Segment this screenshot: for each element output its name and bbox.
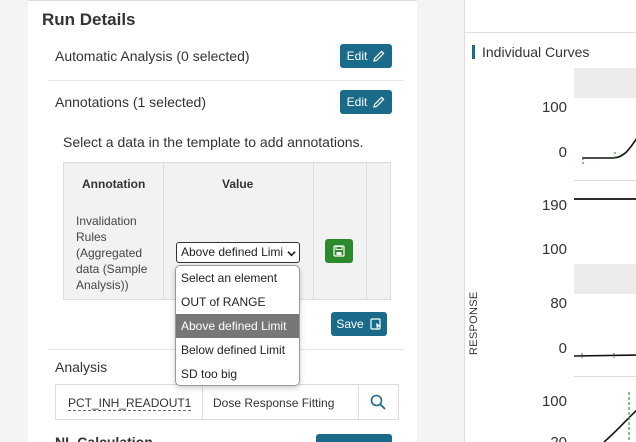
dropdown-option[interactable]: Select an element bbox=[176, 266, 299, 290]
column-divider bbox=[163, 163, 164, 299]
analysis-row: PCT_INH_READOUT1 Dose Response Fitting bbox=[55, 384, 399, 420]
panel-divider bbox=[465, 32, 636, 33]
annotation-value-dropdown: Select an element OUT of RANGE Above def… bbox=[175, 265, 300, 386]
curves-title: Individual Curves bbox=[472, 45, 589, 59]
analysis-code[interactable]: PCT_INH_READOUT1 bbox=[68, 396, 192, 411]
automatic-analysis-label: Automatic Analysis (0 selected) bbox=[55, 48, 250, 64]
analysis-name: Dose Response Fitting bbox=[213, 396, 335, 410]
y-tick-label: 0 bbox=[558, 340, 567, 357]
section-divider bbox=[48, 80, 404, 81]
column-divider bbox=[313, 163, 314, 299]
annotation-instruction: Select a data in the template to add ann… bbox=[63, 134, 364, 150]
chevron-down-icon bbox=[287, 251, 296, 257]
dropdown-option[interactable]: SD too big bbox=[176, 362, 299, 385]
select-value: Above defined Limi bbox=[181, 245, 284, 259]
dropdown-option[interactable]: Below defined Limit bbox=[176, 338, 299, 362]
dropdown-option[interactable]: OUT of RANGE bbox=[176, 290, 299, 314]
y-tick-label: 100 bbox=[541, 393, 567, 410]
y-tick-label: 80 bbox=[550, 295, 567, 312]
save-annotation-icon-button[interactable] bbox=[325, 239, 353, 263]
annotation-column-header: Annotation bbox=[82, 177, 146, 191]
y-tick-label: 190 bbox=[541, 197, 567, 214]
save-button-label: Save bbox=[336, 317, 364, 331]
y-tick-label: 100 bbox=[541, 241, 567, 258]
dropdown-option-selected[interactable]: Above defined Limit bbox=[176, 314, 299, 338]
individual-curves-panel: Individual Curves 100 0 190 100 80 0 100… bbox=[464, 0, 636, 442]
curves-plot bbox=[574, 138, 636, 442]
pencil-icon bbox=[373, 50, 385, 62]
value-column-header: Value bbox=[222, 177, 254, 191]
edit-button-label: Edit bbox=[346, 49, 368, 63]
y-tick-label: 0 bbox=[558, 144, 567, 161]
edit-button-label: Edit bbox=[346, 95, 368, 109]
curve-line bbox=[574, 354, 636, 357]
save-icon bbox=[370, 318, 381, 330]
y-tick-label: 100 bbox=[541, 99, 567, 116]
page-title: Run Details bbox=[42, 10, 136, 29]
top-divider bbox=[28, 0, 417, 1]
edit-automatic-analysis-button[interactable]: Edit bbox=[340, 44, 392, 68]
save-icon bbox=[333, 245, 345, 257]
next-section-button[interactable] bbox=[316, 434, 392, 442]
y-tick-label: 20 bbox=[527, 434, 567, 442]
analysis-label: Analysis bbox=[55, 359, 108, 375]
cell-divider bbox=[202, 385, 203, 419]
column-divider bbox=[366, 163, 367, 299]
annotations-label: Annotations (1 selected) bbox=[55, 94, 206, 110]
curve-line bbox=[582, 138, 636, 159]
annotation-value-select[interactable]: Above defined Limi bbox=[176, 242, 300, 263]
annotation-cell: Invalidation Rules (Aggregated data (Sam… bbox=[76, 214, 148, 292]
edit-annotations-button[interactable]: Edit bbox=[340, 90, 392, 114]
search-icon[interactable] bbox=[369, 393, 387, 411]
save-button[interactable]: Save bbox=[331, 312, 387, 336]
next-section-title: NL Calculation bbox=[55, 434, 153, 442]
y-axis-label: RESPONSE bbox=[468, 291, 480, 355]
pencil-icon bbox=[373, 96, 385, 108]
cell-divider bbox=[358, 385, 359, 419]
curve-line bbox=[603, 409, 636, 442]
